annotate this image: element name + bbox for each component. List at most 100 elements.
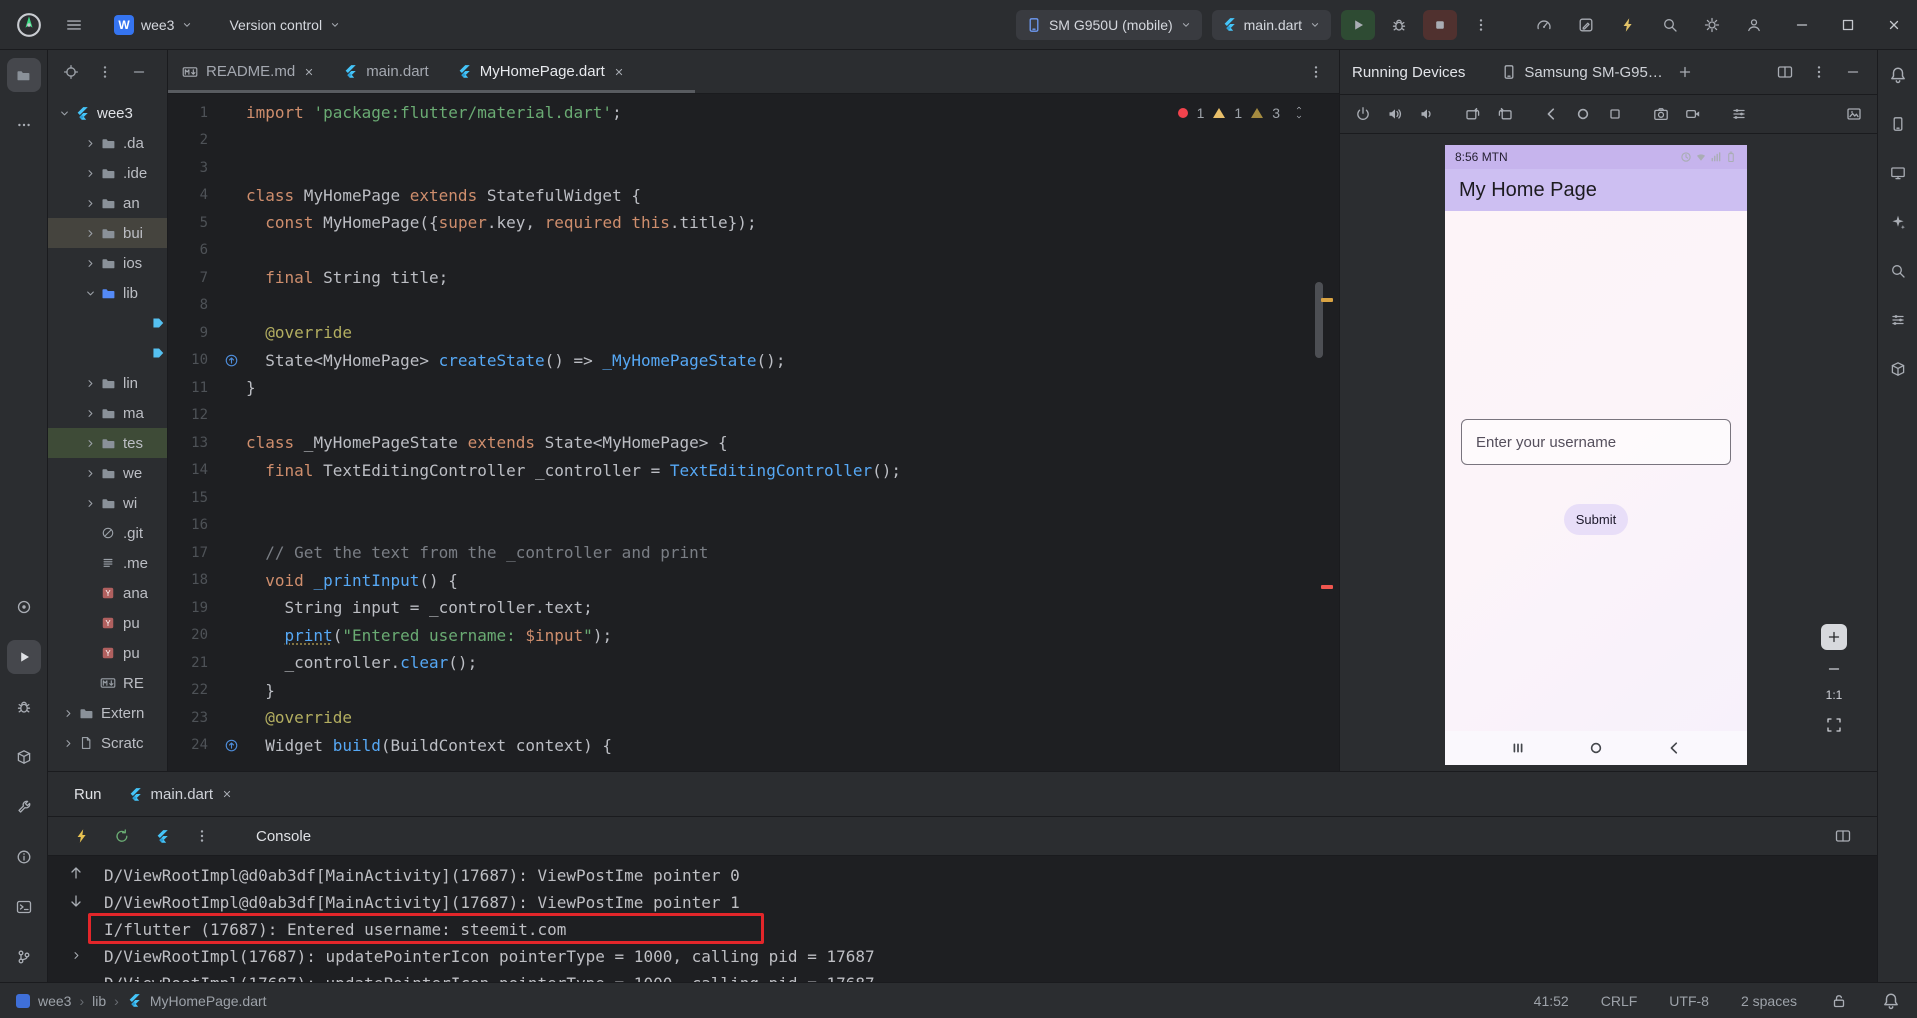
- settings-icon[interactable]: [1699, 12, 1725, 38]
- line-number[interactable]: 18: [168, 572, 216, 588]
- vcs-widget[interactable]: Version control: [219, 10, 351, 40]
- inspections-widget[interactable]: 1 1 3: [1173, 102, 1309, 123]
- line-number[interactable]: 19: [168, 600, 216, 616]
- code-line[interactable]: 16: [168, 512, 1339, 540]
- version-control-icon[interactable]: [7, 940, 41, 974]
- build-icon[interactable]: [7, 790, 41, 824]
- code-line[interactable]: 22 }: [168, 677, 1339, 705]
- tree-item-da[interactable]: .da: [48, 128, 167, 158]
- home-button[interactable]: [1588, 740, 1604, 756]
- tree-item-bui[interactable]: bui: [48, 218, 167, 248]
- tree-item-wi[interactable]: wi: [48, 488, 167, 518]
- console-output[interactable]: D/ViewRootImpl@d0ab3df[MainActivity](176…: [88, 856, 1877, 982]
- line-number[interactable]: 17: [168, 545, 216, 561]
- profiler-icon[interactable]: [1531, 12, 1557, 38]
- project-widget[interactable]: W wee3: [104, 10, 203, 40]
- tab-options-icon[interactable]: [1303, 59, 1329, 85]
- search-everywhere-icon[interactable]: [1657, 12, 1683, 38]
- code-line[interactable]: 24 Widget build(BuildContext context) {: [168, 732, 1339, 760]
- tab-main-dart[interactable]: main.dart: [329, 50, 443, 93]
- tree-item-ana[interactable]: Yana: [48, 578, 167, 608]
- run-button[interactable]: [1341, 9, 1375, 40]
- tree-item-tes[interactable]: tes: [48, 428, 167, 458]
- line-number[interactable]: 9: [168, 325, 216, 341]
- android-home-button-icon[interactable]: [1572, 103, 1594, 125]
- close-tab-icon[interactable]: [221, 788, 233, 800]
- zoom-in-button[interactable]: [1821, 624, 1847, 650]
- code-line[interactable]: 20 print("Entered username: $input");: [168, 622, 1339, 650]
- android-overview-button-icon[interactable]: [1604, 103, 1626, 125]
- hot-reload-icon[interactable]: [70, 824, 94, 848]
- tree-item-an[interactable]: an: [48, 188, 167, 218]
- line-number[interactable]: 8: [168, 297, 216, 313]
- device-file-explorer-icon[interactable]: [1881, 352, 1915, 386]
- code-line[interactable]: 2: [168, 127, 1339, 155]
- lock-icon[interactable]: [1829, 991, 1849, 1011]
- device-selector[interactable]: SM G950U (mobile): [1015, 9, 1202, 40]
- code-line[interactable]: 3: [168, 154, 1339, 182]
- code-line[interactable]: 9 @override: [168, 319, 1339, 347]
- tree-item-pu[interactable]: Ypu: [48, 608, 167, 638]
- app-inspection-icon[interactable]: [1881, 254, 1915, 288]
- line-number[interactable]: 10: [168, 352, 216, 368]
- line-number[interactable]: 7: [168, 270, 216, 286]
- line-number[interactable]: 16: [168, 517, 216, 533]
- run-icon[interactable]: [6, 640, 41, 674]
- problems-icon[interactable]: [7, 840, 41, 874]
- hot-restart-icon[interactable]: [110, 824, 134, 848]
- screenshot-button-icon[interactable]: [1650, 103, 1672, 125]
- line-number[interactable]: 5: [168, 215, 216, 231]
- code-line[interactable]: 15: [168, 484, 1339, 512]
- maximize-button[interactable]: [1825, 0, 1871, 49]
- editor-scrollbar[interactable]: [1315, 282, 1323, 358]
- code-line[interactable]: 18 void _printInput() {: [168, 567, 1339, 595]
- tree-item-git[interactable]: .git: [48, 518, 167, 548]
- tree-item-Scratc[interactable]: Scratc: [48, 728, 167, 758]
- breadcrumb-project[interactable]: wee3: [38, 993, 71, 1009]
- code-editor[interactable]: 1 import 'package:flutter/material.dart';…: [168, 94, 1339, 771]
- prev-occurrence-icon[interactable]: [67, 864, 85, 882]
- tree-item-lib[interactable]: lib: [48, 278, 167, 308]
- line-number[interactable]: 21: [168, 655, 216, 671]
- line-number[interactable]: 2: [168, 132, 216, 148]
- rotate-left-button-icon[interactable]: [1462, 103, 1484, 125]
- minimize-button[interactable]: [1779, 0, 1825, 49]
- code-line[interactable]: 21 _controller.clear();: [168, 649, 1339, 677]
- tree-item[interactable]: [48, 308, 167, 338]
- line-number[interactable]: 23: [168, 710, 216, 726]
- tree-root-wee3[interactable]: wee3: [48, 98, 167, 128]
- device-manager-icon[interactable]: [1881, 107, 1915, 141]
- tree-item-we[interactable]: we: [48, 458, 167, 488]
- override-gutter-icon[interactable]: [216, 353, 246, 368]
- device-explorer-icon[interactable]: [7, 740, 41, 774]
- chevron-down-icon[interactable]: [56, 107, 72, 120]
- options-icon[interactable]: [1807, 60, 1831, 84]
- line-number[interactable]: 22: [168, 682, 216, 698]
- running-devices-icon[interactable]: [1881, 156, 1915, 190]
- device-screen[interactable]: 8:56 MTN My Home Page Enter your usernam…: [1445, 145, 1747, 765]
- line-number[interactable]: 13: [168, 435, 216, 451]
- project-icon[interactable]: [6, 58, 41, 92]
- gemini-icon[interactable]: [1881, 205, 1915, 239]
- code-line[interactable]: 14 final TextEditingController _controll…: [168, 457, 1339, 485]
- tree-item[interactable]: [48, 338, 167, 368]
- line-number[interactable]: 24: [168, 737, 216, 753]
- tab-myhomepage-dart[interactable]: MyHomePage.dart: [443, 50, 639, 93]
- code-line[interactable]: 13 class _MyHomePageState extends State<M…: [168, 429, 1339, 457]
- options-icon[interactable]: [94, 61, 116, 83]
- select-opened-file-icon[interactable]: [60, 61, 82, 83]
- close-tab-icon[interactable]: [613, 66, 625, 78]
- submit-button[interactable]: Submit: [1564, 504, 1628, 535]
- debug-icon[interactable]: [7, 690, 41, 724]
- next-occurrence-icon[interactable]: [67, 892, 85, 910]
- terminal-icon[interactable]: [7, 890, 41, 924]
- tree-item-lin[interactable]: lin: [48, 368, 167, 398]
- build-variants-icon[interactable]: [1881, 303, 1915, 337]
- breadcrumb-folder[interactable]: lib: [92, 993, 106, 1009]
- line-number[interactable]: 20: [168, 627, 216, 643]
- volume-up-button-icon[interactable]: [1384, 103, 1406, 125]
- more-actions-icon[interactable]: [190, 824, 214, 848]
- zoom-out-button[interactable]: [1821, 656, 1847, 682]
- layout-settings-icon[interactable]: [1831, 824, 1855, 848]
- code-line[interactable]: 5 const MyHomePage({super.key, required …: [168, 209, 1339, 237]
